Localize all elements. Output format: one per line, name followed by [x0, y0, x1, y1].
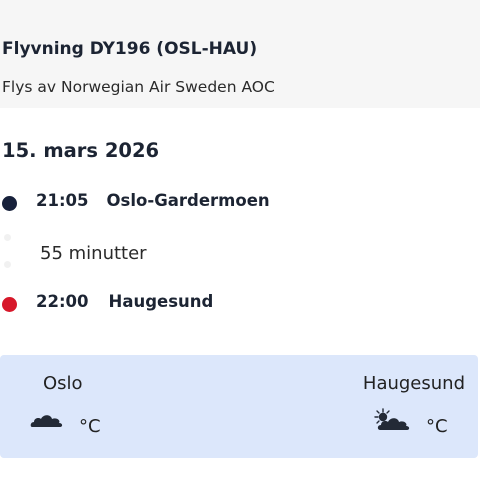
- flight-title: Flyvning DY196 (OSL-HAU): [2, 39, 258, 59]
- arrival-time: 22:00: [36, 292, 89, 311]
- destination-temperature-unit: °C: [426, 416, 448, 437]
- route-dot-icon: [4, 261, 11, 268]
- origin-city: Oslo: [43, 373, 83, 394]
- flight-header: Flyvning DY196 (OSL-HAU) Flys av Norwegi…: [0, 0, 480, 108]
- sun-behind-cloud-icon: [372, 408, 414, 436]
- arrival-dot-icon: [2, 297, 17, 312]
- departure-place: Oslo-Gardermoen: [106, 191, 270, 210]
- destination-city: Haugesund: [362, 373, 465, 394]
- weather-panel: Oslo Haugesund °C °C: [0, 355, 478, 458]
- route-dot-icon: [4, 234, 11, 241]
- flight-duration: 55 minutter: [40, 243, 147, 264]
- cloud-icon: [30, 412, 64, 432]
- departure-row: 21:05 Oslo-Gardermoen: [36, 191, 270, 210]
- departure-time: 21:05: [36, 191, 89, 210]
- arrival-place: Haugesund: [108, 292, 214, 311]
- flight-date: 15. mars 2026: [2, 139, 160, 162]
- arrival-row: 22:00 Haugesund: [36, 292, 213, 311]
- departure-dot-icon: [2, 196, 17, 211]
- operator-text: Flys av Norwegian Air Sweden AOC: [2, 78, 275, 96]
- origin-temperature-unit: °C: [79, 416, 101, 437]
